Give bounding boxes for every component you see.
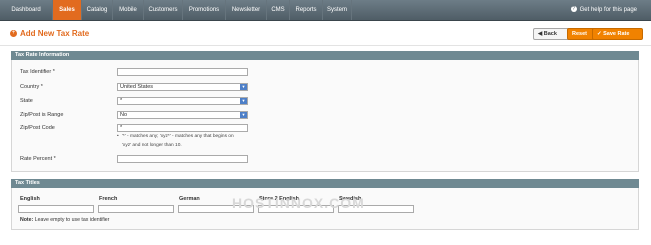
tax-titles-note: Note: Leave empty to use tax identifier bbox=[20, 217, 109, 223]
add-icon: + bbox=[10, 30, 17, 37]
state-select[interactable]: * ▼ bbox=[117, 97, 248, 105]
nav-item-catalog[interactable]: Catalog bbox=[82, 0, 113, 20]
tax-identifier-input[interactable] bbox=[117, 68, 248, 76]
country-select[interactable]: United States ▼ bbox=[117, 83, 248, 91]
nav-item-dashboard[interactable]: Dashboard bbox=[0, 0, 53, 20]
chevron-down-icon: ▼ bbox=[240, 98, 247, 104]
tax-title-german-label: German bbox=[179, 196, 200, 202]
zip-code-note-line1: '*' - matches any; 'xyz*' - matches any … bbox=[122, 134, 234, 139]
zip-is-range-label: Zip/Post is Range bbox=[20, 112, 64, 118]
back-button-label: Back bbox=[543, 31, 557, 37]
tax-title-french-input[interactable] bbox=[98, 205, 174, 213]
tax-rate-information-panel bbox=[11, 60, 639, 172]
nav-item-mobile[interactable]: Mobile bbox=[113, 0, 144, 20]
zip-is-range-select[interactable]: No ▼ bbox=[117, 111, 248, 119]
help-icon: ? bbox=[570, 6, 577, 13]
zip-code-label: Zip/Post Code bbox=[20, 125, 55, 131]
tax-identifier-label: Tax Identifier * bbox=[20, 69, 55, 75]
nav-item-system[interactable]: System bbox=[323, 0, 352, 20]
chevron-down-icon: ▼ bbox=[240, 112, 247, 118]
rate-percent-label: Rate Percent * bbox=[20, 156, 56, 162]
watermark-text: HOSTINNOX.COM bbox=[232, 195, 365, 211]
tax-titles-header: Tax Titles bbox=[11, 179, 639, 188]
chevron-down-icon: ▼ bbox=[240, 84, 247, 90]
zip-code-note-line2: 'xyz' and not longer than 10. bbox=[122, 143, 182, 148]
tax-title-english-input[interactable] bbox=[18, 205, 94, 213]
country-label: Country * bbox=[20, 84, 43, 90]
nav-item-sales[interactable]: Sales bbox=[53, 0, 82, 20]
country-value: United States bbox=[120, 84, 154, 90]
save-button-label: Save Rate bbox=[603, 31, 630, 37]
zip-code-input[interactable]: * bbox=[117, 124, 248, 132]
note-label: Note: bbox=[20, 217, 34, 223]
top-navigation: Dashboard Sales Catalog Mobile Customers… bbox=[0, 0, 651, 21]
tax-title-french-label: French bbox=[99, 196, 118, 202]
state-value: * bbox=[120, 98, 123, 104]
reset-button-label: Reset bbox=[572, 31, 587, 37]
save-rate-button[interactable]: ✓ Save Rate bbox=[592, 28, 643, 40]
nav-item-promotions[interactable]: Promotions bbox=[183, 0, 226, 20]
nav-item-cms[interactable]: CMS bbox=[267, 0, 290, 20]
state-label: State bbox=[20, 98, 33, 104]
nav-item-reports[interactable]: Reports bbox=[290, 0, 323, 20]
nav-item-customers[interactable]: Customers bbox=[144, 0, 183, 20]
tax-rate-information-header: Tax Rate Information bbox=[11, 51, 639, 60]
zip-is-range-value: No bbox=[120, 112, 128, 118]
tax-title-english-label: English bbox=[20, 196, 40, 202]
help-label: Get help for this page bbox=[579, 7, 637, 13]
nav-item-newsletter[interactable]: Newsletter bbox=[226, 0, 267, 20]
rate-percent-input[interactable] bbox=[117, 155, 248, 163]
zip-code-value: * bbox=[120, 125, 123, 131]
page-title: Add New Tax Rate bbox=[20, 29, 90, 38]
note-text: Leave empty to use tax identifier bbox=[34, 217, 110, 223]
zip-note-bullet: • bbox=[117, 134, 119, 139]
help-link[interactable]: ? Get help for this page bbox=[570, 0, 637, 20]
